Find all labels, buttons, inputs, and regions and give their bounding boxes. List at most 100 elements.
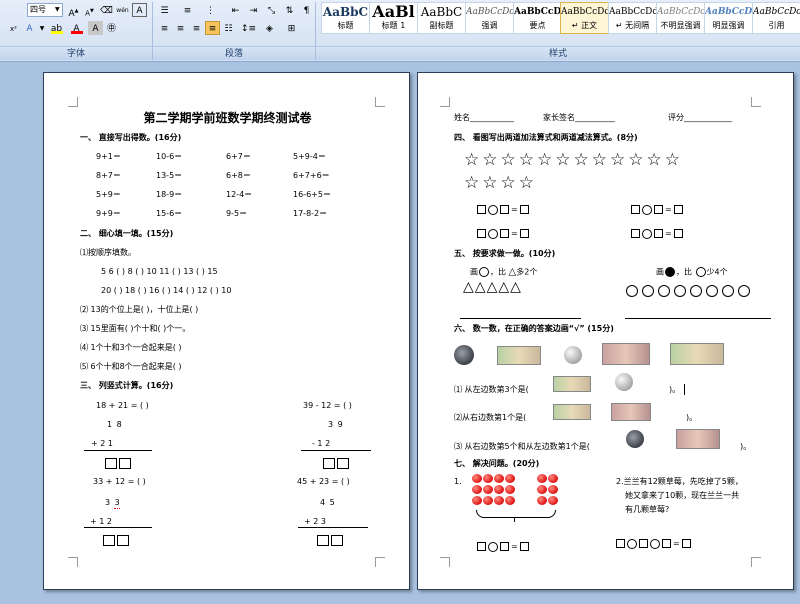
page-title: 第二学期学前班数学期终测试卷 [143,111,312,125]
problem: 18-9＝ [156,190,183,199]
align-left-icon[interactable]: ≡ [157,21,172,35]
question: ⑴ 从左边数第3个是( [454,385,529,394]
pinyin-guide-icon[interactable]: wén [115,3,130,17]
star-icon: ☆ [518,173,537,193]
name-field: 姓名___________ [454,113,514,122]
enclose-char-icon[interactable]: ㊥ [104,21,119,35]
answer-boxes [322,453,350,472]
style-normal[interactable]: AaBbCcDd ↵ 正文 [560,2,609,34]
chevron-down-icon[interactable]: ▼ [37,21,47,35]
style-strong[interactable]: AaBbCcD 要点 [513,2,562,34]
triangle-icon: △ [498,279,511,295]
justify-icon[interactable]: ≡ [205,21,220,35]
banknote-image [602,343,650,365]
calc-line [298,527,368,528]
style-title[interactable]: AaBbC 标题 [321,2,370,34]
problem: 6+7+6＝ [293,171,330,180]
calc-operand: - 1 2 [312,439,331,448]
clear-format-icon[interactable]: ⌫ [99,3,114,17]
circle-icon [706,284,718,297]
calc-operand: + 2 3 [304,517,326,526]
distribute-icon[interactable]: ☷ [221,21,236,35]
star-icon: ☆ [628,150,647,170]
question: ⑷ 1个十和3个一合起来是( ) [80,343,182,352]
calc-top: 3 9 [328,420,344,429]
strawberry-icon [548,496,558,505]
group-font-label: 字体 [0,46,152,60]
numbering-icon[interactable]: ≡ [180,3,195,17]
char-shading-icon[interactable]: A [88,21,103,35]
chinese-layout-icon[interactable]: ⤡ [264,3,279,17]
superscript-icon[interactable]: x² [6,21,21,35]
style-quote[interactable]: AaBbCcDd 引用 [752,2,800,34]
section-title: 六、 数一数，在正确的答案边画“√” (15分) [454,324,614,333]
multilevel-list-icon[interactable]: ⋮ [203,3,218,17]
increase-indent-icon[interactable]: ⇥ [246,3,261,17]
strawberry-icon [494,474,504,483]
margin-mark [440,97,450,107]
text-effect-icon[interactable]: A [22,21,37,35]
problem: 12-4＝ [226,190,253,199]
style-subtle-emphasis[interactable]: AaBbCcDd 不明显强调 [656,2,705,34]
align-right-icon[interactable]: ≡ [189,21,204,35]
style-emphasis[interactable]: AaBbCcDd 强调 [465,2,514,34]
strawberry-icon [494,485,504,494]
star-icon: ☆ [555,150,574,170]
bullets-icon[interactable]: ☰ [157,3,172,17]
star-icon: ☆ [591,150,610,170]
sort-icon[interactable]: ⇅ [282,3,297,17]
document-page-1[interactable]: 第二学期学前班数学期终测试卷 一、 直接写出得数。(16分) 9+1＝ 10-6… [43,72,410,590]
star-icon: ☆ [464,173,483,193]
align-center-icon[interactable]: ≡ [173,21,188,35]
group-styles-label: 样式 [316,46,800,60]
style-no-spacing[interactable]: AaBbCcDd ↵ 无间隔 [608,2,657,34]
equation-template: = [476,536,530,555]
style-subtitle[interactable]: AaBbC 副标题 [417,2,466,34]
strawberry-icon [537,485,547,494]
margin-mark [375,557,385,567]
style-intense-emphasis[interactable]: AaBbCcDd明显强调 [704,2,753,34]
char-border-icon[interactable]: A [132,3,147,17]
problem: 9+1＝ [96,152,121,161]
shrink-font-icon[interactable]: A▼ [82,3,97,17]
calc-line [84,450,152,451]
calc-operand: + 2 1 [91,439,113,448]
brace-tip [514,517,515,522]
calc-top: 3 3 [105,498,121,507]
highlight-color-icon[interactable]: ab [49,21,64,35]
question: ⑵从右边数第1个是( [454,413,527,422]
margin-mark [68,557,78,567]
font-color-icon[interactable]: A [69,21,84,35]
margin-mark [440,557,450,567]
grow-font-icon[interactable]: A▲ [66,3,81,19]
triangle-icon: △ [474,279,487,295]
problem: 15-6＝ [156,209,183,218]
strawberry-icon [472,496,482,505]
calc-line [84,527,152,528]
text-cursor [684,384,685,395]
calc-equation: 45 + 23 = ( ) [297,477,350,486]
shading-icon[interactable]: ◈ [262,21,277,35]
brace [476,510,556,518]
strawberry-icon [483,496,493,505]
star-icon: ☆ [500,150,519,170]
strawberry-icon [537,474,547,483]
circle-icon [665,267,675,277]
banknote-image [670,343,724,365]
answer-boxes [102,530,130,549]
line-spacing-icon[interactable]: ↕≡ [240,21,256,35]
borders-icon[interactable]: ⊞ [284,21,299,35]
calc-operand: + 1 2 [90,517,112,526]
font-size-select[interactable]: 四号 ▼ [27,3,63,17]
circle-row [625,280,753,299]
sequence-row: 20 ( ) 18 ( ) 16 ( ) 14 ( ) 12 ( ) 10 [101,286,232,295]
word-problem-line: 有几颗草莓? [625,505,670,514]
star-icon: ☆ [482,173,501,193]
show-marks-icon[interactable]: ¶ [299,3,314,17]
decrease-indent-icon[interactable]: ⇤ [228,3,243,17]
answer-line [625,318,771,319]
style-heading-1[interactable]: AaBl 标题 1 [369,2,418,34]
section-title: 三、 列竖式计算。(16分) [80,381,174,390]
document-page-2[interactable]: 姓名___________ 家长签名__________ 评分_________… [417,72,794,590]
banknote-image [553,376,591,392]
